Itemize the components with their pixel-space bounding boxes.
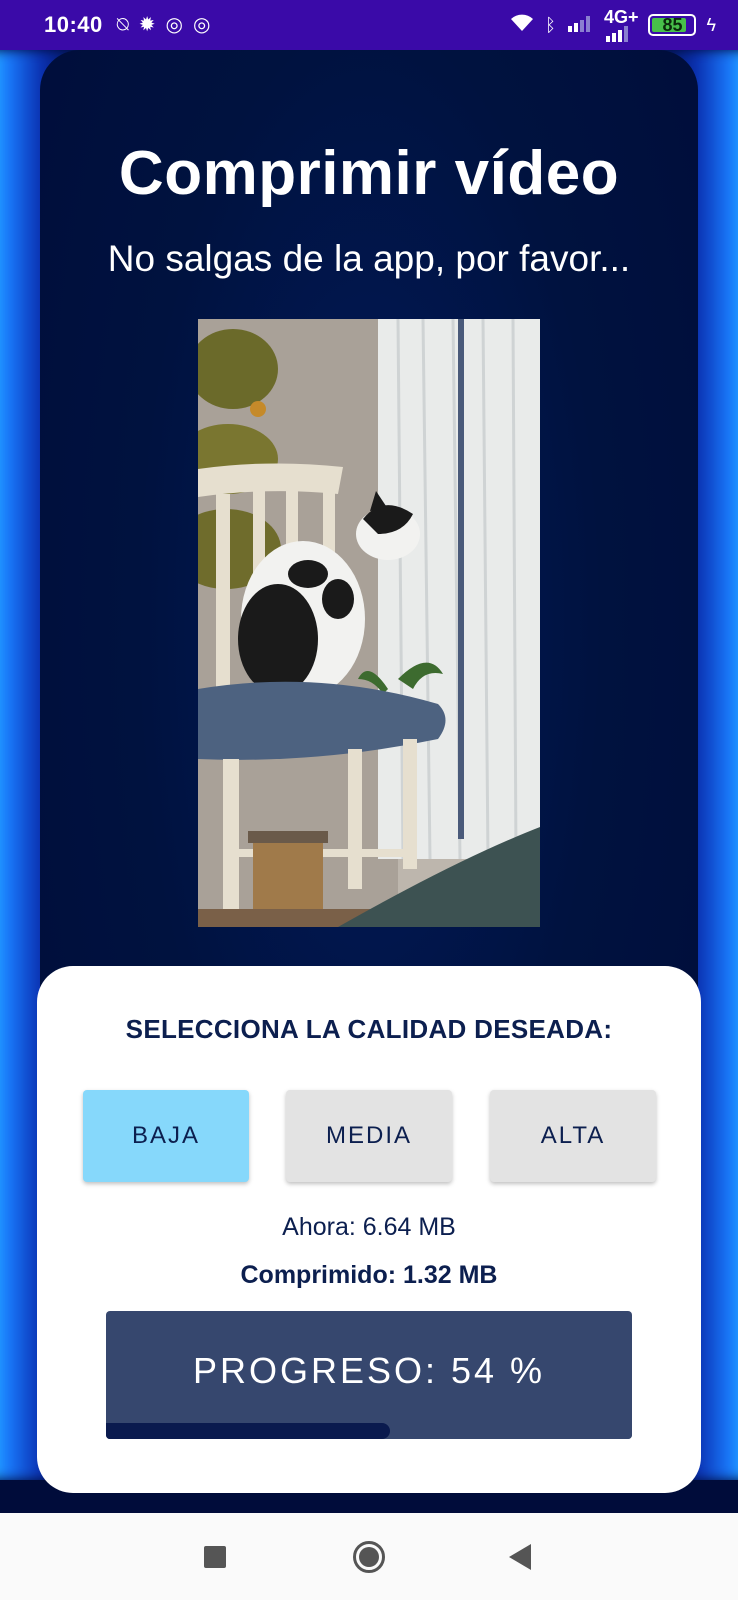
at-icon: ◎ bbox=[193, 14, 211, 36]
home-button[interactable] bbox=[329, 1513, 409, 1600]
status-bar: 10:40 ⍉ ✹ ◎ ◎ ᛒ 4G+ 85 ϟ bbox=[0, 0, 738, 50]
charging-icon: ϟ bbox=[706, 14, 716, 35]
video-thumbnail bbox=[198, 319, 540, 927]
navigation-bar bbox=[0, 1513, 738, 1600]
battery-level: 85 bbox=[662, 14, 683, 35]
compressed-size: Comprimido: 1.32 MB bbox=[240, 1261, 498, 1289]
back-triangle-icon bbox=[509, 1543, 531, 1570]
quality-high-button[interactable]: ALTA bbox=[490, 1090, 656, 1182]
signal-4g-icon: 4G+ bbox=[604, 8, 638, 42]
status-right-icons: ᛒ 4G+ 85 ϟ bbox=[509, 8, 716, 42]
recent-apps-button[interactable] bbox=[175, 1513, 255, 1600]
progress-fill bbox=[106, 1423, 391, 1439]
back-button[interactable] bbox=[480, 1513, 560, 1600]
alarm-off-icon: ⍉ bbox=[116, 14, 129, 36]
wifi-icon bbox=[509, 13, 535, 38]
page-title: Comprimir vídeo bbox=[118, 139, 620, 208]
settings-icon: ✹ bbox=[138, 14, 156, 36]
at-icon: ◎ bbox=[165, 14, 183, 36]
signal-icon bbox=[566, 14, 594, 37]
status-time: 10:40 bbox=[44, 12, 103, 37]
progress-box: PROGRESO: 54 % bbox=[106, 1311, 632, 1439]
battery-icon: 85 bbox=[648, 14, 697, 36]
quality-heading: SELECCIONA LA CALIDAD DESEADA: bbox=[125, 1014, 613, 1044]
bluetooth-icon: ᛒ bbox=[545, 14, 556, 35]
compression-card: SELECCIONA LA CALIDAD DESEADA: BAJA MEDI… bbox=[37, 966, 701, 1493]
square-icon bbox=[204, 1545, 226, 1568]
progress-label: PROGRESO: 54 % bbox=[192, 1350, 546, 1391]
status-left-icons: ⍉ ✹ ◎ ◎ bbox=[117, 15, 211, 35]
circle-icon bbox=[353, 1540, 385, 1573]
progress-track bbox=[106, 1423, 632, 1439]
current-size: Ahora: 6.64 MB bbox=[282, 1213, 456, 1241]
quality-medium-button[interactable]: MEDIA bbox=[286, 1090, 452, 1182]
quality-low-button[interactable]: BAJA bbox=[83, 1090, 249, 1182]
video-preview bbox=[198, 319, 540, 927]
page-subtitle: No salgas de la app, por favor... bbox=[107, 238, 631, 279]
